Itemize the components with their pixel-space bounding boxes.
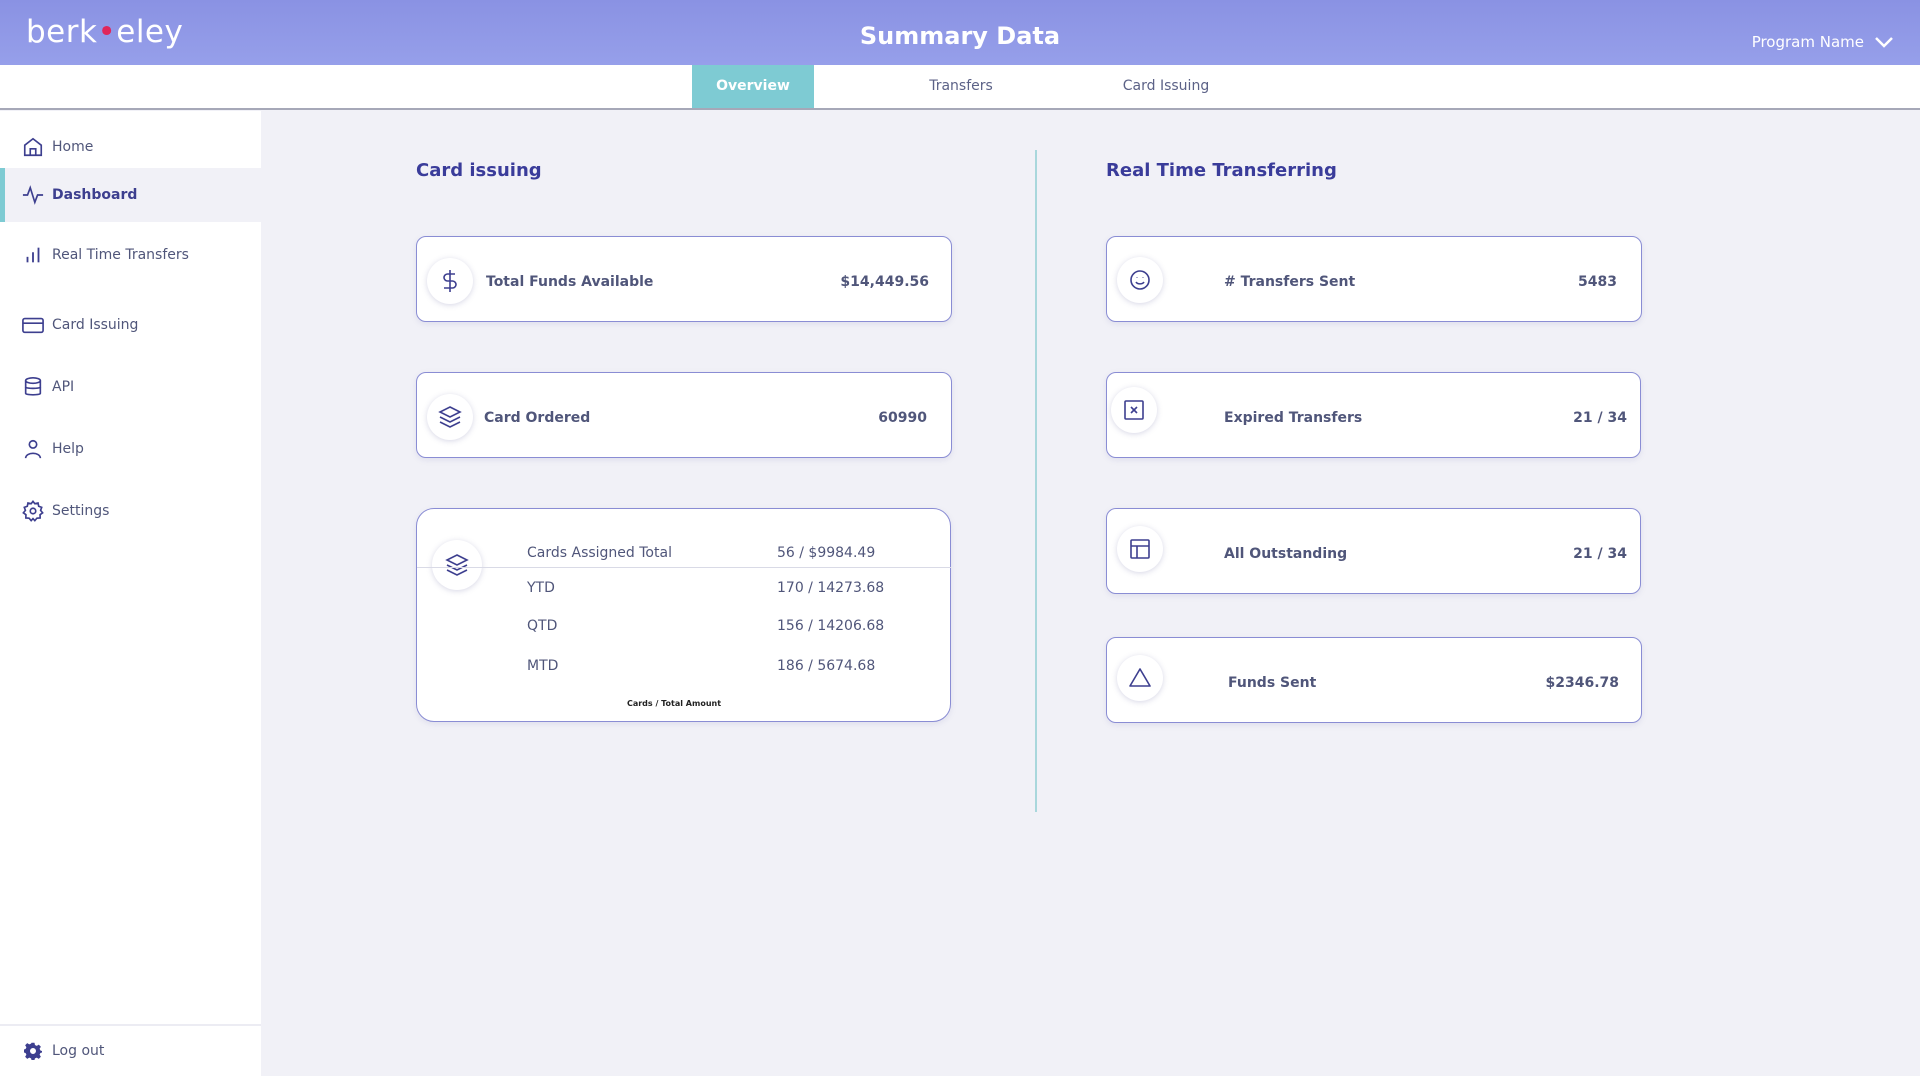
funds-sent-card[interactable]: Funds Sent $2346.78 (1106, 637, 1642, 723)
row-label: Cards Assigned Total (527, 545, 672, 561)
expired-transfers-label: Expired Transfers (1224, 410, 1363, 426)
page-title: Summary Data (859, 22, 1061, 50)
sidebar-item-card-issuing[interactable]: Card Issuing (0, 299, 261, 351)
row-value: 156 / 14206.68 (777, 618, 885, 634)
chevron-down-icon (1875, 37, 1893, 48)
database-icon (24, 377, 42, 396)
funds-sent-label: Funds Sent (1228, 675, 1317, 691)
tab-transfers[interactable]: Transfers (900, 65, 1022, 108)
real-time-title: Real Time Transferring (1106, 160, 1337, 181)
sidebar-item-dashboard[interactable]: Dashboard (0, 168, 261, 222)
total-funds-value: $14,449.56 (840, 274, 929, 290)
sidebar-item-home[interactable]: Home (0, 121, 261, 173)
sidebar-item-help[interactable]: Help (0, 423, 261, 475)
smile-icon (1117, 257, 1163, 303)
sidebar: Home Dashboard Real Time Transfers Card … (0, 111, 261, 1076)
sidebar-item-api[interactable]: API (0, 361, 261, 413)
tab-overview[interactable]: Overview (692, 65, 814, 108)
all-outstanding-label: All Outstanding (1224, 546, 1348, 562)
logout-button[interactable]: Log out (0, 1024, 261, 1076)
activity-icon (22, 185, 44, 205)
sidebar-item-label: API (52, 379, 75, 395)
sidebar-item-real-time-transfers[interactable]: Real Time Transfers (0, 229, 261, 281)
tab-card-issuing[interactable]: Card Issuing (1105, 65, 1227, 108)
sidebar-item-label: Dashboard (52, 187, 138, 203)
top-header: berk•eley Summary Data Program Name (0, 0, 1920, 65)
row-label: MTD (527, 658, 559, 674)
qtd-row: QTD 156 / 14206.68 (527, 618, 884, 634)
section-divider (1035, 150, 1037, 812)
expired-transfers-card[interactable]: Expired Transfers 21 / 34 (1106, 372, 1641, 458)
layers-icon (432, 540, 482, 590)
dollar-icon (427, 258, 473, 304)
total-funds-card[interactable]: Total Funds Available $14,449.56 (416, 236, 952, 322)
row-value: 170 / 14273.68 (777, 580, 885, 596)
sidebar-item-label: Real Time Transfers (52, 247, 189, 263)
divider (417, 567, 951, 568)
triangle-icon (1117, 655, 1163, 701)
sidebar-item-label: Settings (52, 503, 110, 519)
assigned-total-row: Cards Assigned Total 56 / $9984.49 (527, 545, 875, 561)
sidebar-item-label: Help (52, 441, 84, 457)
x-square-icon (1111, 387, 1157, 433)
bar-chart-icon (26, 247, 40, 263)
row-value: 186 / 5674.68 (777, 658, 876, 674)
card-ordered-value: 60990 (878, 410, 927, 426)
tab-bar: Overview Transfers Card Issuing (0, 65, 1920, 110)
program-label: Program Name (1751, 33, 1864, 51)
program-selector[interactable]: Program Name (1752, 33, 1894, 51)
user-icon (24, 439, 42, 459)
card-issuing-title: Card issuing (416, 160, 542, 181)
sidebar-item-label: Card Issuing (52, 317, 139, 333)
layers-icon (427, 394, 473, 440)
home-icon (23, 137, 43, 157)
expired-transfers-value: 21 / 34 (1573, 410, 1627, 426)
row-value: 56 / $9984.49 (777, 545, 876, 561)
row-label: QTD (527, 618, 558, 634)
transfers-sent-label: # Transfers Sent (1224, 274, 1356, 290)
ytd-row: YTD 170 / 14273.68 (527, 580, 884, 596)
settings-icon (22, 500, 44, 522)
card-ordered-card[interactable]: Card Ordered 60990 (416, 372, 952, 458)
transfers-sent-value: 5483 (1578, 274, 1617, 290)
row-label: YTD (527, 580, 555, 596)
sidebar-item-label: Home (52, 139, 94, 155)
logout-label: Log out (52, 1043, 105, 1059)
gear-icon (24, 1042, 42, 1060)
cards-assigned-card[interactable]: Cards Assigned Total 56 / $9984.49 YTD 1… (416, 508, 951, 722)
sidebar-item-settings[interactable]: Settings (0, 485, 261, 537)
all-outstanding-card[interactable]: All Outstanding 21 / 34 (1106, 508, 1641, 594)
transfers-sent-card[interactable]: # Transfers Sent 5483 (1106, 236, 1642, 322)
credit-card-icon (22, 317, 44, 334)
all-outstanding-value: 21 / 34 (1573, 546, 1627, 562)
mtd-row: MTD 186 / 5674.68 (527, 658, 875, 674)
funds-sent-value: $2346.78 (1545, 675, 1619, 691)
assigned-footnote: Cards / Total Amount (626, 699, 722, 708)
total-funds-label: Total Funds Available (486, 274, 654, 290)
card-ordered-label: Card Ordered (484, 410, 591, 426)
layout-icon (1117, 526, 1163, 572)
